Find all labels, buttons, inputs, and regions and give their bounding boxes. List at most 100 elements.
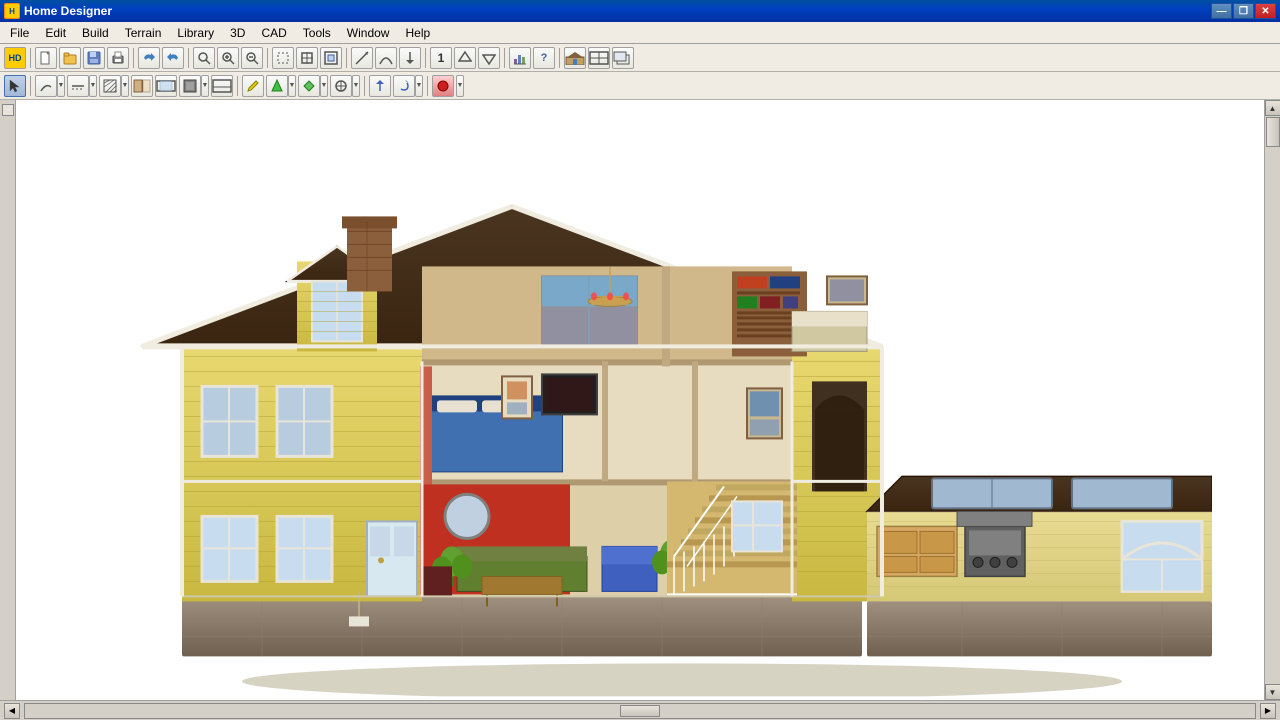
titlebar: H Home Designer — ❐ ✕: [0, 0, 1280, 22]
zoom-in-button[interactable]: [217, 47, 239, 69]
separator-5: [346, 48, 347, 68]
horizontal-scroll-track[interactable]: [24, 703, 1256, 719]
canvas-area: [16, 100, 1264, 700]
select-arrow-button[interactable]: [4, 75, 26, 97]
polyline-button[interactable]: [35, 75, 57, 97]
draw-tool-1[interactable]: [351, 47, 373, 69]
sep-t2-1: [30, 76, 31, 96]
hatch-group: ▼: [99, 75, 129, 97]
app-menu-button[interactable]: HD: [4, 47, 26, 69]
menu-tools[interactable]: Tools: [295, 24, 339, 42]
main-area: ▲ ▼: [0, 100, 1280, 700]
app-icon: H: [4, 3, 20, 19]
polyline-dropdown[interactable]: ▼: [57, 75, 65, 97]
record-button[interactable]: [432, 75, 454, 97]
line-style-dropdown[interactable]: ▼: [89, 75, 97, 97]
restore-button[interactable]: ❐: [1233, 3, 1254, 19]
search-button[interactable]: [193, 47, 215, 69]
menubar: File Edit Build Terrain Library 3D CAD T…: [0, 22, 1280, 44]
draw-tool-2[interactable]: [375, 47, 397, 69]
separator-3: [188, 48, 189, 68]
scroll-right-button[interactable]: ▶: [1260, 703, 1276, 719]
scroll-up-button[interactable]: ▲: [1265, 100, 1280, 116]
app-title: Home Designer: [24, 4, 1211, 18]
open-button[interactable]: [59, 47, 81, 69]
house-render: [16, 100, 1264, 700]
full-extent-button[interactable]: [296, 47, 318, 69]
fit-page-button[interactable]: [320, 47, 342, 69]
left-panel: [0, 100, 16, 700]
toolbar-secondary: ▼ ▼ ▼ ▼ ▼ ▼: [0, 72, 1280, 100]
color-fill-button[interactable]: [266, 75, 288, 97]
redo-button[interactable]: [162, 47, 184, 69]
record-dropdown[interactable]: ▼: [456, 75, 464, 97]
separator-7: [504, 48, 505, 68]
exterior-view-button[interactable]: [564, 47, 586, 69]
pattern-dropdown[interactable]: ▼: [320, 75, 328, 97]
horizontal-scroll-thumb[interactable]: [620, 705, 660, 717]
scroll-thumb[interactable]: [1266, 117, 1280, 147]
sep-t2-2: [237, 76, 238, 96]
zoom-out-button[interactable]: [241, 47, 263, 69]
hatch-dropdown[interactable]: ▼: [121, 75, 129, 97]
rotate-dropdown[interactable]: ▼: [415, 75, 423, 97]
menu-edit[interactable]: Edit: [37, 24, 74, 42]
vertical-scrollbar: ▲ ▼: [1264, 100, 1280, 700]
fixture-dropdown[interactable]: ▼: [201, 75, 209, 97]
hatch-button[interactable]: [99, 75, 121, 97]
transform-dropdown[interactable]: ▼: [352, 75, 360, 97]
new-button[interactable]: [35, 47, 57, 69]
elevation-button[interactable]: [211, 75, 233, 97]
select-box-button[interactable]: [272, 47, 294, 69]
roof-up-button[interactable]: [454, 47, 476, 69]
fixture-button[interactable]: [179, 75, 201, 97]
menu-terrain[interactable]: Terrain: [117, 24, 170, 42]
edit-tool-button[interactable]: [242, 75, 264, 97]
polyline-group: ▼: [35, 75, 65, 97]
roof-down-button[interactable]: [478, 47, 500, 69]
sep-t2-3: [364, 76, 365, 96]
scroll-left-button[interactable]: ◀: [4, 703, 20, 719]
undo-button[interactable]: [138, 47, 160, 69]
left-panel-button[interactable]: [2, 104, 14, 116]
scroll-down-button[interactable]: ▼: [1265, 684, 1280, 700]
floor-plan-button[interactable]: [588, 47, 610, 69]
transform-group: ▼: [330, 75, 360, 97]
window-symbol-button[interactable]: [155, 75, 177, 97]
rotate-group: ▼: [393, 75, 423, 97]
menu-window[interactable]: Window: [339, 24, 398, 42]
color-fill-dropdown[interactable]: ▼: [288, 75, 296, 97]
minimize-button[interactable]: —: [1211, 3, 1232, 19]
close-button[interactable]: ✕: [1255, 3, 1276, 19]
menu-library[interactable]: Library: [169, 24, 222, 42]
line-style-group: ▼: [67, 75, 97, 97]
save-button[interactable]: [83, 47, 105, 69]
library-button[interactable]: [509, 47, 531, 69]
door-symbol-button[interactable]: [131, 75, 153, 97]
toolbar-main: HD 1: [0, 44, 1280, 72]
menu-build[interactable]: Build: [74, 24, 117, 42]
menu-help[interactable]: Help: [397, 24, 438, 42]
sep-t2-4: [427, 76, 428, 96]
separator-6: [425, 48, 426, 68]
pattern-group: ▼: [298, 75, 328, 97]
separator-2: [133, 48, 134, 68]
menu-file[interactable]: File: [2, 24, 37, 42]
print-button[interactable]: [107, 47, 129, 69]
statusbar: ◀ ▶: [0, 700, 1280, 720]
line-style-button[interactable]: [67, 75, 89, 97]
up-arrow-button[interactable]: [369, 75, 391, 97]
rotate-button[interactable]: [393, 75, 415, 97]
arrow-down-tool[interactable]: [399, 47, 421, 69]
scroll-track[interactable]: [1265, 116, 1280, 684]
3d-view-button[interactable]: [612, 47, 634, 69]
counter-1[interactable]: 1: [430, 47, 452, 69]
separator-4: [267, 48, 268, 68]
pattern-button[interactable]: [298, 75, 320, 97]
house-svg: [112, 126, 1212, 696]
fixture-group: ▼: [179, 75, 209, 97]
help-button[interactable]: ?: [533, 47, 555, 69]
menu-3d[interactable]: 3D: [222, 24, 253, 42]
menu-cad[interactable]: CAD: [253, 24, 294, 42]
transform-button[interactable]: [330, 75, 352, 97]
